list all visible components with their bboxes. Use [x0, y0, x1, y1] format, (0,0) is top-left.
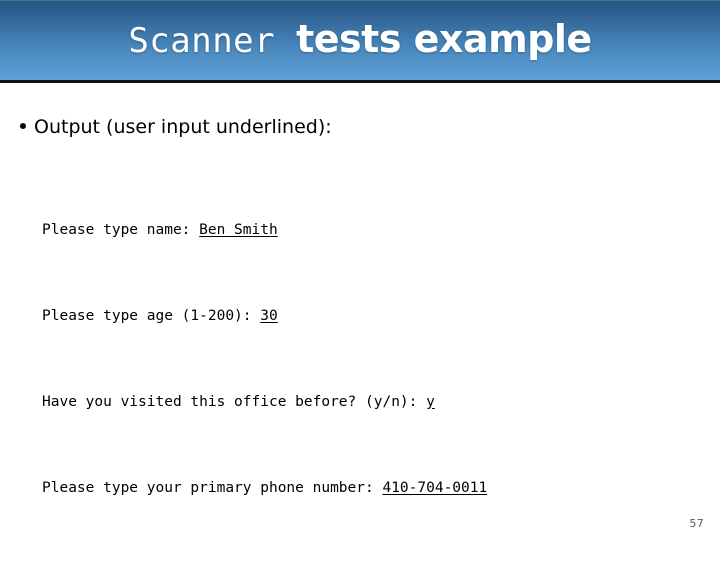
console-prompt-text: Please type age (1-200):	[42, 307, 261, 324]
console-line: Please type name: Ben Smith	[42, 220, 487, 242]
console-line: Have you visited this office before? (y/…	[42, 392, 487, 414]
console-user-input: y	[426, 393, 435, 410]
bullet-dot-icon	[20, 123, 26, 129]
console-user-input: 410-704-0011	[382, 479, 488, 496]
slide-number: 57	[689, 517, 704, 530]
bullet-item-label: Output (user input underlined):	[34, 116, 332, 138]
console-prompt-text: Have you visited this office before? (y/…	[42, 393, 427, 410]
page-title: Scanner tests example	[128, 17, 592, 61]
page-title-bold-part: tests example	[296, 17, 592, 61]
console-line: Please type your primary phone number: 4…	[42, 478, 487, 500]
bullet-item-output: Output (user input underlined):	[20, 116, 332, 138]
slide-title-banner: Scanner tests example	[0, 0, 720, 83]
console-user-input: Ben Smith	[199, 221, 278, 238]
slide-canvas: Scanner tests example Output (user input…	[0, 0, 720, 540]
slide-body: Output (user input underlined): Please t…	[0, 83, 720, 540]
console-line: Please type age (1-200): 30	[42, 306, 487, 328]
console-user-input: 30	[260, 307, 278, 324]
page-title-mono-part: Scanner	[128, 21, 276, 61]
console-output-block: Please type name: Ben Smith Please type …	[42, 155, 487, 564]
console-prompt-text: Please type name:	[42, 221, 200, 238]
console-prompt-text: Please type your primary phone number:	[42, 479, 383, 496]
